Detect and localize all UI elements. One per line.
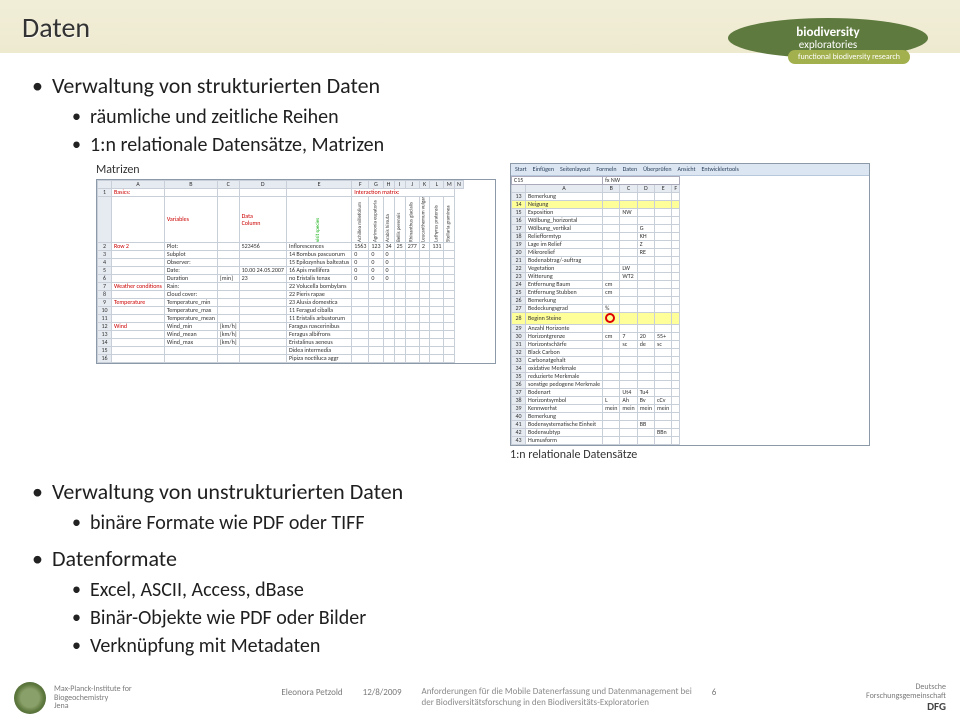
fig1-sheet: ABCDEFGHIJKLMN1Basics:Interaction matrix…	[96, 179, 496, 364]
footer-page: 6	[712, 687, 717, 709]
bullet-3a: Excel, ASCII, Access, dBase	[52, 578, 932, 602]
bullet-3: Datenformate Excel, ASCII, Access, dBase…	[28, 545, 932, 658]
bullet-3b: Binär-Objekte wie PDF oder Bilder	[52, 606, 932, 630]
footer-author: Eleonora Petzold	[281, 687, 342, 709]
footer-desc2: der Biodiversitätsforschung in den Biodi…	[422, 697, 649, 708]
mpi-text: Max-Planck-Institute for Biogeochemistry…	[54, 685, 132, 711]
bullet-1: Verwaltung von strukturierten Daten räum…	[28, 72, 932, 464]
dfg-text: Deutsche Forschungsgemeinschaft DFG	[866, 683, 946, 713]
footer-date: 12/8/2009	[363, 687, 402, 709]
bullet-3c: Verknüpfung mit Metadaten	[52, 634, 932, 658]
footer-desc1: Anforderungen für die Mobile Datenerfass…	[422, 686, 692, 697]
logo-line2: exploratories	[799, 39, 857, 50]
footer-mid: Eleonora Petzold 12/8/2009 Anforderungen…	[281, 687, 716, 709]
mpi-logo-icon	[14, 682, 46, 714]
content-area: Verwaltung von strukturierten Daten räum…	[0, 54, 960, 676]
dfg-l3: DFG	[866, 701, 946, 713]
bullet-1b: 1:n relationale Datensätze, Matrizen	[52, 133, 932, 157]
fig2-sheet: StartEinfügenSeitenlayoutFormelnDatenÜbe…	[510, 163, 870, 446]
mpi-l3: Jena	[54, 702, 132, 711]
figure-datensaetze: StartEinfügenSeitenlayoutFormelnDatenÜbe…	[510, 163, 870, 464]
logo-subtitle: functional biodiversity research	[788, 50, 910, 64]
figure-matrizen: Matrizen ABCDEFGHIJKLMN1Basics:Interacti…	[96, 163, 496, 364]
bullet-2-text: Verwaltung von unstrukturierten Daten	[52, 478, 403, 505]
bullet-2a: binäre Formate wie PDF oder TIFF	[52, 511, 932, 535]
footer-left: Max-Planck-Institute for Biogeochemistry…	[14, 682, 132, 714]
fig1-caption: Matrizen	[96, 163, 496, 177]
bullet-2: Verwaltung von unstrukturierten Daten bi…	[28, 478, 932, 535]
footer-desc: Anforderungen für die Mobile Datenerfass…	[422, 687, 692, 709]
bullet-1a: räumliche und zeitliche Reihen	[52, 105, 932, 129]
logo-biodiversity: biodiversity exploratories functional bi…	[728, 6, 948, 68]
footer-right: Deutsche Forschungsgemeinschaft DFG	[866, 683, 946, 713]
fig2-caption: 1:n relationale Datensätze	[510, 448, 870, 462]
bullet-3-text: Datenformate	[52, 545, 177, 572]
figures-row: Matrizen ABCDEFGHIJKLMN1Basics:Interacti…	[96, 163, 932, 464]
fig2-ribbon: StartEinfügenSeitenlayoutFormelnDatenÜbe…	[511, 164, 869, 176]
bullet-1-text: Verwaltung von strukturierten Daten	[52, 72, 380, 99]
footer: Max-Planck-Institute for Biogeochemistry…	[0, 682, 960, 714]
